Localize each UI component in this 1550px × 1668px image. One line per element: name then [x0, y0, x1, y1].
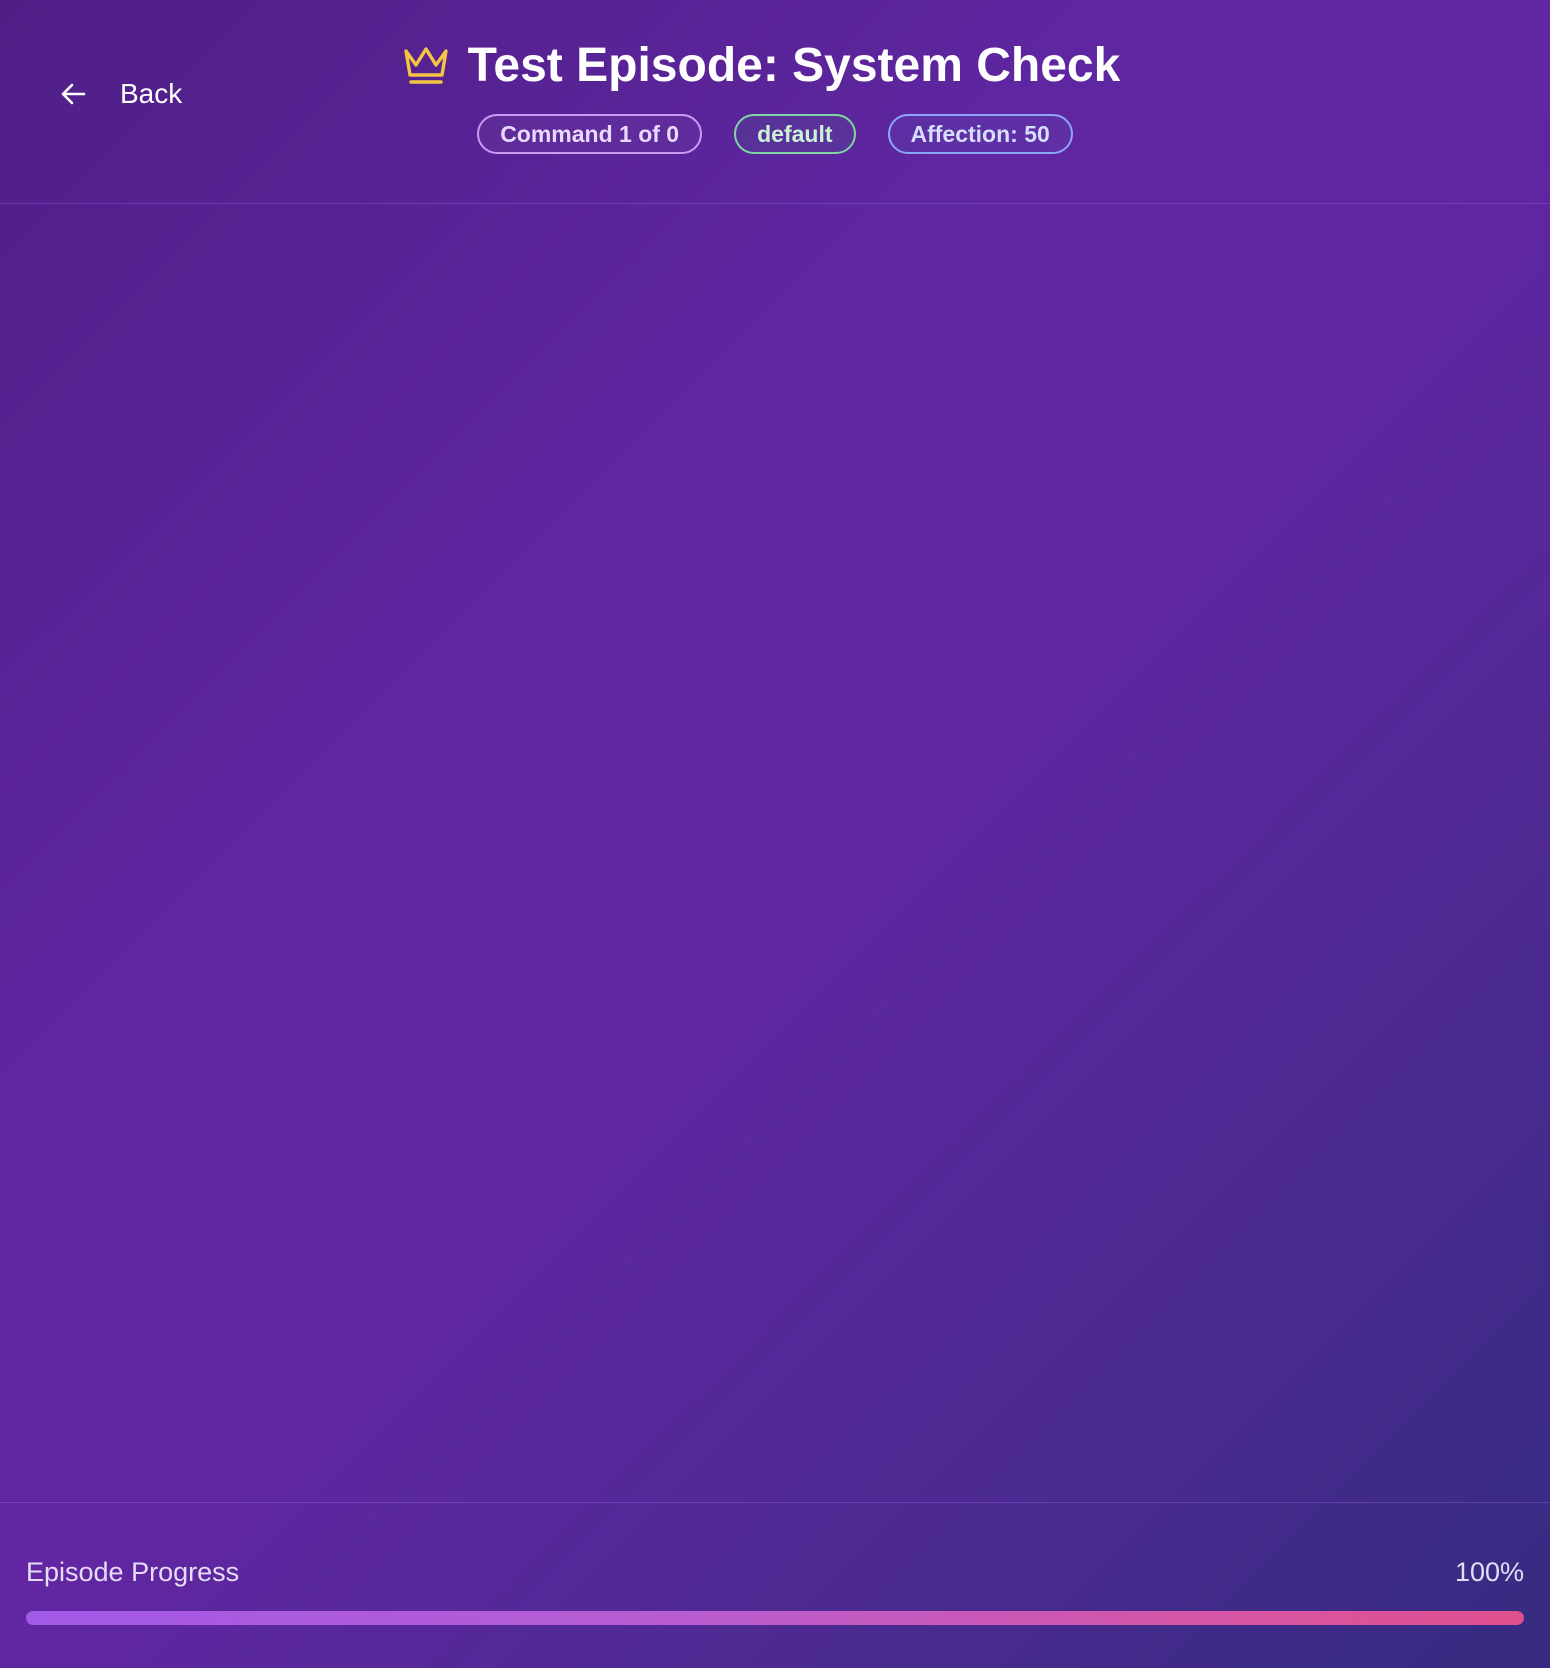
progress-footer: Episode Progress 100%	[0, 1502, 1550, 1668]
progress-bar-fill	[26, 1611, 1524, 1625]
episode-content-area	[0, 204, 1550, 1502]
progress-percentage: 100%	[1454, 1557, 1524, 1587]
title-row: Test Episode: System Check	[0, 34, 1550, 96]
mood-badge: default	[734, 114, 856, 154]
affection-badge: Affection: 50	[887, 114, 1073, 154]
episode-title: Test Episode: System Check	[467, 38, 1121, 92]
progress-bar	[26, 1611, 1524, 1625]
command-count-badge: Command 1 of 0	[477, 114, 703, 154]
status-badges: Command 1 of 0 default Affection: 50	[0, 112, 1550, 156]
crown-icon	[402, 41, 450, 89]
progress-label: Episode Progress	[26, 1557, 240, 1587]
episode-header: Back Test Episode: System Check Command …	[0, 0, 1550, 204]
